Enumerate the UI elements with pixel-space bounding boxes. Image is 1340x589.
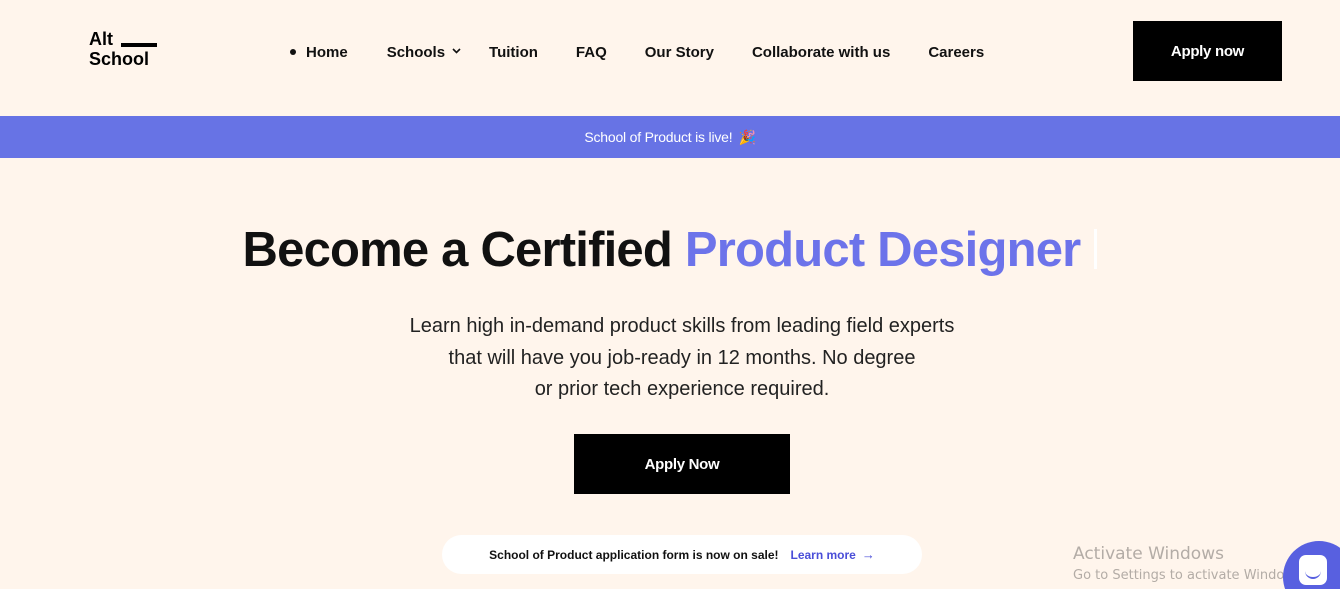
altschool-logo[interactable]: Alt School <box>89 30 159 70</box>
hero-title-accent: Product Designer <box>684 223 1081 277</box>
nav-item-schools[interactable]: Schools <box>387 44 461 61</box>
nav-item-label: Tuition <box>489 43 538 61</box>
apply-now-header-button[interactable]: Apply now <box>1133 21 1282 81</box>
nav-item-label: Collaborate with us <box>751 43 891 61</box>
application-notice: School of Product application form is no… <box>442 535 922 574</box>
chat-icon <box>1299 555 1327 585</box>
notice-text: School of Product application form is no… <box>489 547 779 562</box>
nav-item-home[interactable]: Home <box>290 44 348 61</box>
announcement-banner[interactable]: School of Product is live! 🎉 <box>0 116 1340 158</box>
hero-subtitle-line: or prior tech experience required. <box>534 378 830 400</box>
hero-title: Become a Certified Product Designer <box>0 222 1340 286</box>
nav-item-label: Our Story <box>644 43 714 61</box>
windows-activation-watermark: Activate Windows Go to Settings to activ… <box>1073 544 1306 583</box>
nav-item-faq[interactable]: FAQ <box>576 44 607 61</box>
dot-icon <box>290 49 296 55</box>
hero-subtitle-line: Learn high in-demand product skills from… <box>409 315 955 337</box>
main-nav: Home Schools Tuition FAQ Our Story Colla… <box>290 40 984 64</box>
watermark-title: Activate Windows <box>1073 544 1224 564</box>
typing-caret <box>1094 229 1098 270</box>
hero-title-plain: Become a Certified <box>242 223 685 277</box>
hero-subtitle-line: that will have you job-ready in 12 month… <box>448 346 916 369</box>
banner-text: School of Product is live! <box>584 129 733 145</box>
nav-item-label: Schools <box>386 43 446 61</box>
logo-text-alt: Alt <box>89 29 113 49</box>
site-header: Alt School Home Schools Tuition FAQ Our … <box>0 0 1340 116</box>
nav-item-collaborate[interactable]: Collaborate with us <box>752 44 890 61</box>
arrow-right-icon: → <box>861 547 875 562</box>
party-popper-icon: 🎉 <box>738 128 756 145</box>
logo-text-school: School <box>89 49 150 69</box>
nav-item-our-story[interactable]: Our Story <box>645 44 714 61</box>
nav-item-label: FAQ <box>575 43 607 61</box>
learn-more-link[interactable]: Learn more → <box>791 547 875 562</box>
apply-now-hero-button[interactable]: Apply Now <box>574 434 790 494</box>
nav-item-label: Careers <box>928 43 985 61</box>
chevron-down-icon <box>452 45 461 57</box>
learn-more-label: Learn more <box>790 547 856 562</box>
watermark-subtitle: Go to Settings to activate Windows. <box>1073 568 1306 583</box>
nav-item-label: Home <box>306 43 348 61</box>
nav-item-careers[interactable]: Careers <box>928 44 984 61</box>
logo-bar <box>121 43 157 47</box>
hero-subtitle: Learn high in-demand product skills from… <box>370 311 994 406</box>
nav-item-tuition[interactable]: Tuition <box>489 44 538 61</box>
